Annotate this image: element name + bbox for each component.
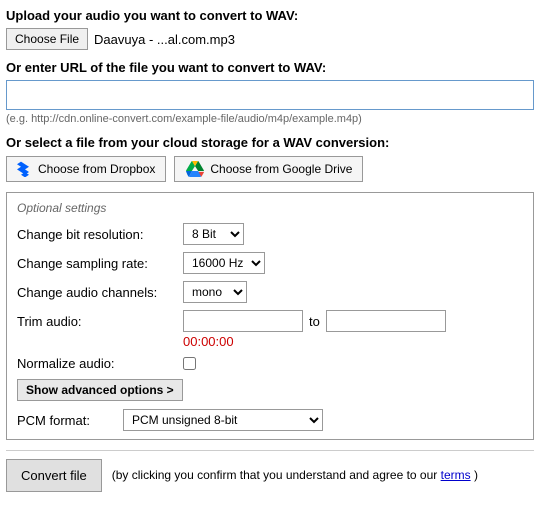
pcm-format-label: PCM format:: [17, 413, 117, 428]
sampling-rate-label: Change sampling rate:: [17, 256, 177, 271]
file-name-display: Daavuya - ...al.com.mp3: [94, 32, 235, 47]
gdrive-icon: [185, 161, 205, 177]
show-advanced-button[interactable]: Show advanced options >: [17, 379, 183, 401]
sampling-rate-select[interactable]: 8000 Hz 11025 Hz 16000 Hz 22050 Hz 44100…: [183, 252, 265, 274]
pcm-format-row: PCM format: PCM unsigned 8-bit PCM signe…: [17, 409, 523, 431]
audio-channels-select[interactable]: mono stereo: [183, 281, 247, 303]
audio-channels-row: Change audio channels: mono stereo: [17, 281, 523, 303]
trim-audio-row: Trim audio: to: [17, 310, 523, 332]
normalize-row: Normalize audio:: [17, 356, 523, 371]
optional-settings-box: Optional settings Change bit resolution:…: [6, 192, 534, 440]
gdrive-btn-label: Choose from Google Drive: [210, 162, 352, 176]
optional-settings-title: Optional settings: [17, 201, 523, 215]
convert-notice-text: (by clicking you confirm that you unders…: [112, 468, 438, 482]
pcm-format-select[interactable]: PCM unsigned 8-bit PCM signed 8-bit PCM …: [123, 409, 323, 431]
dropbox-btn-label: Choose from Dropbox: [38, 162, 155, 176]
trim-audio-label: Trim audio:: [17, 314, 177, 329]
convert-notice: (by clicking you confirm that you unders…: [112, 467, 478, 484]
page-wrapper: Upload your audio you want to convert to…: [0, 0, 540, 500]
convert-notice-end: ): [474, 468, 478, 482]
upload-label: Upload your audio you want to convert to…: [6, 8, 534, 23]
sampling-rate-row: Change sampling rate: 8000 Hz 11025 Hz 1…: [17, 252, 523, 274]
convert-row: Convert file (by clicking you confirm th…: [6, 450, 534, 492]
audio-channels-label: Change audio channels:: [17, 285, 177, 300]
url-example: (e.g. http://cdn.online-convert.com/exam…: [6, 113, 534, 125]
timer-display: 00:00:00: [17, 334, 523, 349]
bit-resolution-select[interactable]: 8 Bit 16 Bit 24 Bit 32 Bit: [183, 223, 244, 245]
dropbox-button[interactable]: Choose from Dropbox: [6, 156, 166, 182]
cloud-buttons: Choose from Dropbox Choose from Google D…: [6, 156, 534, 182]
convert-button[interactable]: Convert file: [6, 459, 102, 492]
terms-link[interactable]: terms: [441, 468, 471, 482]
dropbox-icon: [17, 161, 33, 177]
gdrive-button[interactable]: Choose from Google Drive: [174, 156, 363, 182]
cloud-section-label: Or select a file from your cloud storage…: [6, 135, 534, 150]
normalize-checkbox[interactable]: [183, 357, 196, 370]
bit-resolution-row: Change bit resolution: 8 Bit 16 Bit 24 B…: [17, 223, 523, 245]
trim-to-label: to: [309, 314, 320, 329]
upload-row: Choose File Daavuya - ...al.com.mp3: [6, 28, 534, 50]
url-input[interactable]: [6, 80, 534, 110]
bit-resolution-label: Change bit resolution:: [17, 227, 177, 242]
url-section-label: Or enter URL of the file you want to con…: [6, 60, 534, 75]
trim-end-input[interactable]: [326, 310, 446, 332]
trim-start-input[interactable]: [183, 310, 303, 332]
normalize-label: Normalize audio:: [17, 356, 177, 371]
choose-file-button[interactable]: Choose File: [6, 28, 88, 50]
